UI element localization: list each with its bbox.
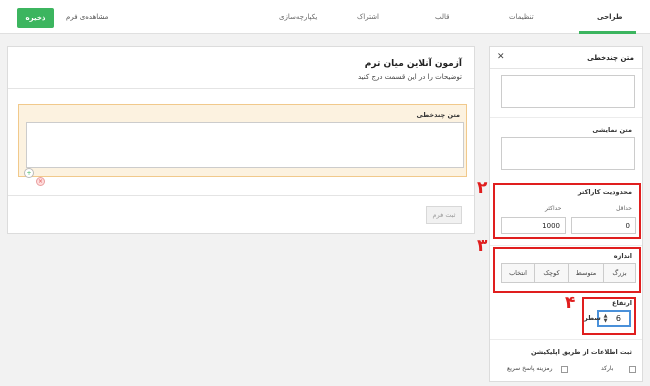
annotation-number-4: ۴: [565, 293, 576, 313]
tab-integration[interactable]: یکپارچه‌سازی: [279, 13, 317, 21]
close-icon[interactable]: ✕: [497, 52, 505, 62]
spinner-arrows-icon[interactable]: ▲ ▼: [602, 314, 609, 324]
submit-form-button[interactable]: ثبت فرم: [426, 206, 462, 224]
preview-form-link[interactable]: مشاهده‌ی فرم: [66, 13, 108, 21]
tab-design[interactable]: طراحی: [597, 13, 622, 21]
barcode-label: بارکد: [601, 365, 614, 372]
display-text-textarea[interactable]: [501, 137, 635, 170]
barcode-checkbox[interactable]: [629, 366, 636, 373]
delete-icon[interactable]: ×: [36, 177, 45, 186]
multiline-textarea[interactable]: [26, 122, 464, 168]
tab-settings[interactable]: تنظیمات: [509, 13, 534, 21]
divider: [8, 195, 474, 196]
char-limit-label: محدودیت کاراکتر: [577, 188, 632, 196]
duplicate-icon[interactable]: +: [24, 168, 34, 178]
annotation-number-3: ۳: [477, 236, 488, 256]
size-option-small[interactable]: کوچک: [534, 263, 569, 283]
panel-title: متن چندخطی: [587, 54, 634, 62]
divider: [490, 339, 642, 340]
size-option-medium[interactable]: متوسط: [568, 263, 604, 283]
divider: [490, 117, 642, 118]
field-label-textarea[interactable]: [501, 75, 635, 108]
height-value: 6: [615, 314, 621, 323]
size-option-choose[interactable]: انتخاب: [501, 263, 535, 283]
form-description[interactable]: توضیحات را در این قسمت درج کنید: [358, 73, 462, 81]
tab-theme[interactable]: قالب: [435, 13, 450, 21]
height-label: ارتفاع: [612, 299, 632, 307]
form-preview-card: آزمون آنلاین میان ترم توضیحات را در این …: [7, 46, 475, 234]
annotation-number-2: ۲: [477, 178, 488, 198]
tab-share[interactable]: اشتراک: [357, 13, 379, 21]
max-chars-input[interactable]: 1000: [501, 217, 566, 234]
top-toolbar: ذخیره مشاهده‌ی فرم یکپارچه‌سازی اشتراک ق…: [0, 0, 650, 34]
active-tab-indicator: [579, 31, 636, 34]
divider: [8, 88, 474, 89]
qr-code-checkbox[interactable]: [561, 366, 568, 373]
qr-code-label: رمزینه پاسخ سریع: [507, 365, 553, 372]
field-properties-panel: متن چندخطی ✕ متن نمایشی محدودیت کاراکتر …: [489, 46, 643, 382]
size-option-large[interactable]: بزرگ: [603, 263, 636, 283]
min-chars-input[interactable]: 0: [571, 217, 636, 234]
min-label: حداقل: [616, 205, 632, 212]
display-text-label: متن نمایشی: [592, 126, 632, 134]
height-rows-input[interactable]: ▲ ▼ 6: [597, 310, 631, 327]
divider: [490, 245, 642, 246]
panel-header: متن چندخطی ✕: [490, 47, 642, 69]
size-label: اندازه: [613, 252, 632, 260]
app-capture-label: ثبت اطلاعات از طریق اپلیکیشن: [530, 348, 632, 356]
max-label: حداکثر: [545, 205, 562, 212]
field-label: متن چندخطی: [416, 111, 460, 119]
form-title[interactable]: آزمون آنلاین میان ترم: [365, 59, 462, 69]
save-button[interactable]: ذخیره: [17, 8, 54, 28]
multiline-field-selected[interactable]: متن چندخطی: [18, 104, 467, 177]
rows-unit-label: سطر: [584, 314, 601, 322]
